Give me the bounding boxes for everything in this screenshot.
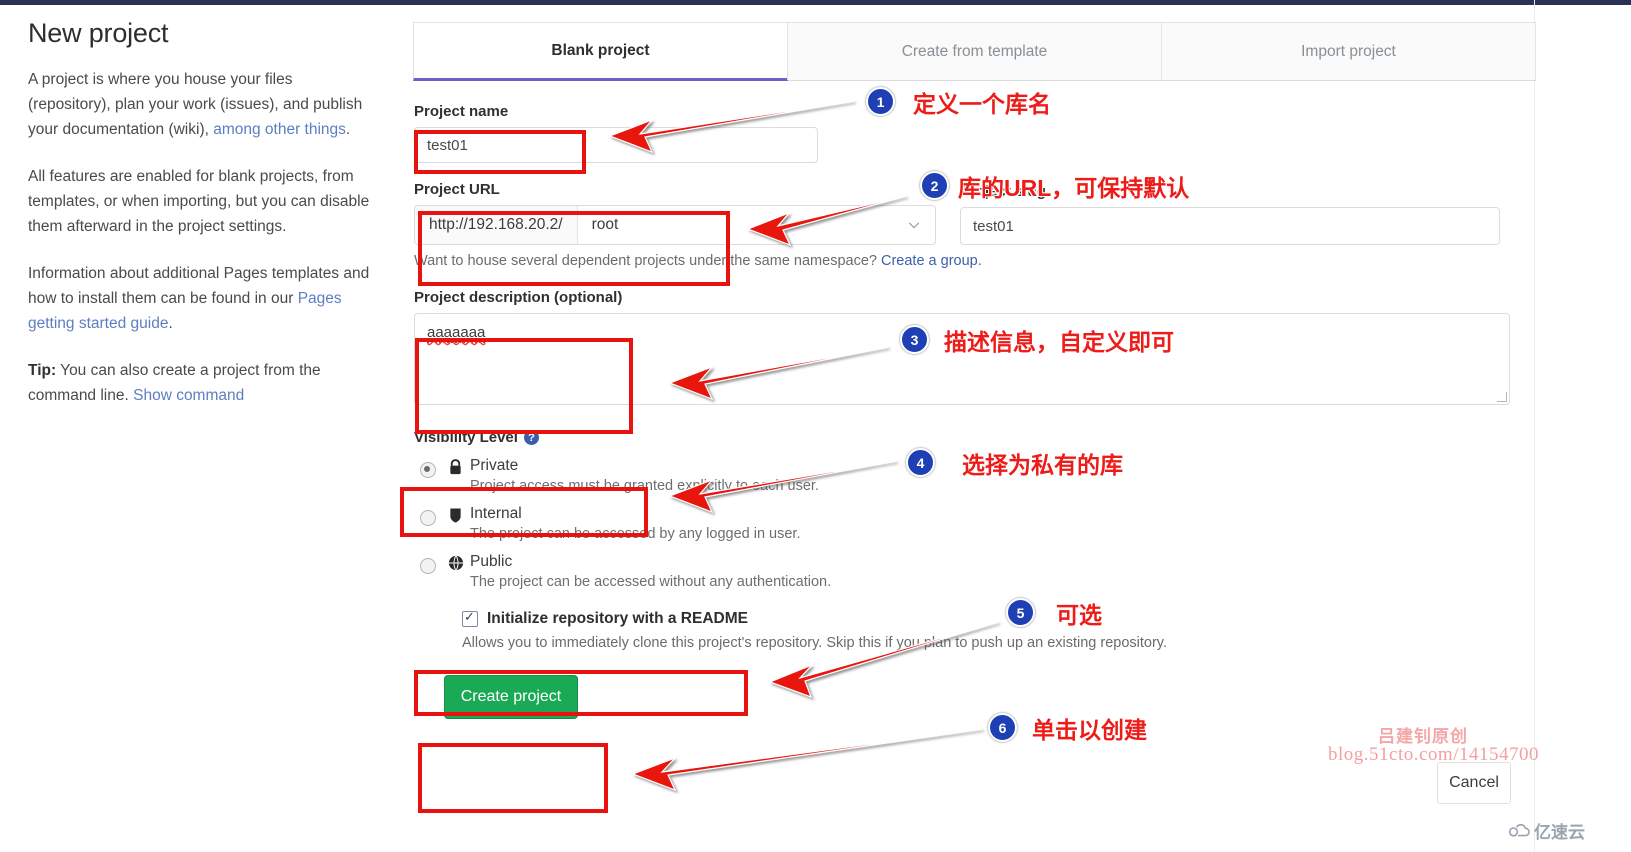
- visibility-level-heading: Visibility Level ?: [414, 429, 1536, 446]
- cloud-icon: [1508, 823, 1530, 837]
- intro-p2-text: All features are enabled for blank proje…: [28, 168, 370, 235]
- project-url-label: Project URL: [414, 181, 500, 198]
- visibility-private-body: Private Project access must be granted e…: [470, 457, 819, 494]
- visibility-public-desc: The project can be accessed without any …: [470, 574, 832, 590]
- project-url-prefix: http://192.168.20.2/: [415, 206, 578, 244]
- visibility-option-internal[interactable]: Internal The project can be accessed by …: [414, 505, 1536, 542]
- tab-blank-project[interactable]: Blank project: [413, 22, 788, 81]
- intro-paragraph-3: Information about additional Pages templ…: [28, 261, 378, 336]
- cancel-button-label: Cancel: [1449, 774, 1499, 791]
- intro-p3-text-b: .: [168, 315, 173, 332]
- new-project-panel: Blank project Create from template Impor…: [413, 22, 1536, 719]
- project-type-tabs: Blank project Create from template Impor…: [413, 22, 1536, 81]
- initialize-readme-label: Initialize repository with a README: [487, 610, 748, 627]
- visibility-option-public[interactable]: Public The project can be accessed witho…: [414, 553, 1536, 590]
- intro-p1-text-b: .: [345, 121, 351, 138]
- globe-icon: [448, 555, 470, 590]
- create-a-group-link[interactable]: Create a group.: [881, 253, 982, 269]
- project-slug-input[interactable]: test01: [960, 207, 1500, 245]
- project-description-textarea[interactable]: aaaaaaa: [414, 313, 1510, 405]
- visibility-option-private[interactable]: Private Project access must be granted e…: [414, 457, 1536, 494]
- project-url-row: Project URL http://192.168.20.2/ root Pr…: [414, 181, 1536, 245]
- visibility-private-name: Private: [470, 457, 519, 474]
- tip-paragraph: Tip: You can also create a project from …: [28, 358, 378, 408]
- intro-paragraph-2: All features are enabled for blank proje…: [28, 164, 378, 239]
- project-slug-value: test01: [973, 217, 1014, 235]
- project-name-value: test01: [427, 136, 468, 154]
- intro-panel: New project A project is where you house…: [28, 18, 378, 430]
- radio-public[interactable]: [420, 558, 436, 574]
- lock-icon: [448, 459, 470, 494]
- create-project-button[interactable]: Create project: [444, 675, 578, 719]
- initialize-readme-row[interactable]: Initialize repository with a README: [462, 609, 1536, 628]
- namespace-hint: Want to house several dependent projects…: [414, 253, 1536, 269]
- project-url-group: Project URL http://192.168.20.2/ root: [414, 181, 936, 245]
- show-command-link[interactable]: Show command: [133, 387, 244, 404]
- browser-top-bar: [0, 0, 1631, 5]
- among-other-things-link[interactable]: among other things: [213, 121, 346, 138]
- help-icon[interactable]: ?: [523, 430, 539, 445]
- namespace-hint-text: Want to house several dependent projects…: [414, 253, 881, 269]
- watermark-blog-url: blog.51cto.com/14154700: [1328, 744, 1539, 765]
- project-namespace-value: root: [591, 216, 619, 233]
- watermark-corner-logo: 亿速云: [1508, 818, 1585, 843]
- tab-import-project[interactable]: Import project: [1161, 22, 1536, 80]
- watermark-corner-text: 亿速云: [1534, 823, 1585, 842]
- visibility-public-name: Public: [470, 553, 513, 570]
- radio-private[interactable]: [420, 462, 436, 478]
- visibility-internal-body: Internal The project can be accessed by …: [470, 505, 800, 542]
- textarea-resize-handle[interactable]: [1497, 392, 1507, 402]
- highlight-box-create-button: [418, 743, 608, 813]
- project-name-label: Project name: [414, 103, 509, 120]
- initialize-readme-hint: Allows you to immediately clone this pro…: [462, 635, 1168, 651]
- project-url-control[interactable]: http://192.168.20.2/ root: [414, 205, 936, 245]
- blank-project-form: Project name test01 Project URL http://1…: [414, 81, 1536, 719]
- page-title: New project: [28, 18, 169, 48]
- chevron-down-icon[interactable]: [907, 206, 935, 244]
- create-project-button-label: Create project: [460, 688, 562, 705]
- project-slug-label: Project slug: [960, 183, 1046, 200]
- project-name-input[interactable]: test01: [414, 127, 818, 163]
- visibility-level-label: Visibility Level: [414, 429, 518, 446]
- visibility-internal-desc: The project can be accessed by any logge…: [470, 526, 801, 542]
- radio-internal[interactable]: [420, 510, 436, 526]
- shield-icon: [448, 507, 470, 542]
- tip-label: Tip:: [28, 362, 57, 379]
- tab-blank-project-label: Blank project: [551, 41, 650, 59]
- visibility-public-body: Public The project can be accessed witho…: [470, 553, 831, 590]
- project-description-value: aaaaaaa: [427, 324, 486, 343]
- tab-create-from-template[interactable]: Create from template: [787, 22, 1162, 80]
- tab-import-project-label: Import project: [1301, 42, 1396, 60]
- intro-paragraph-1: A project is where you house your files …: [28, 67, 378, 142]
- project-description-label: Project description (optional): [414, 289, 623, 306]
- visibility-internal-name: Internal: [470, 505, 522, 522]
- project-namespace-select[interactable]: root: [578, 206, 907, 244]
- cancel-button[interactable]: Cancel: [1437, 762, 1511, 804]
- tab-create-from-template-label: Create from template: [901, 42, 1048, 60]
- checkbox-initialize-readme[interactable]: [462, 609, 478, 627]
- project-slug-group: Project slug test01: [960, 183, 1500, 245]
- visibility-private-desc: Project access must be granted explicitl…: [470, 478, 819, 494]
